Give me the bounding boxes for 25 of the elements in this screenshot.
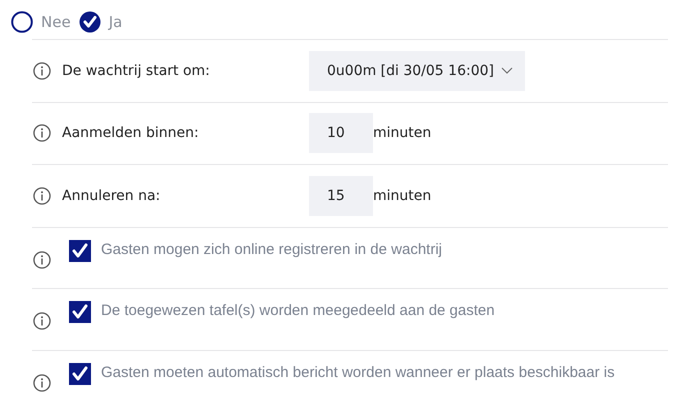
checkbox-label[interactable]: Gasten moeten automatisch bericht worden wanneer er plaats beschikbaar is <box>101 364 615 380</box>
checkbox-checked-icon[interactable] <box>69 301 91 323</box>
checkbox-checked-icon[interactable] <box>69 240 91 262</box>
radio-icon[interactable] <box>11 10 33 32</box>
info-icon[interactable] <box>33 62 51 80</box>
info-icon[interactable] <box>33 124 51 142</box>
field-label: De wachtrij start om: <box>62 62 211 79</box>
radio-checked-icon[interactable] <box>78 10 101 32</box>
checkbox-checked-icon[interactable] <box>69 362 91 384</box>
checkbox-label[interactable]: De toegewezen tafel(s) worden meegedeeld aan de gasten <box>101 302 495 319</box>
field-label: Aanmelden binnen: <box>62 125 200 142</box>
chevron-down-icon <box>501 67 513 74</box>
checkbox-label[interactable]: Gasten mogen zich online registreren in de wachtrij <box>101 240 442 258</box>
minutes-input[interactable]: 15 <box>309 176 373 216</box>
info-icon[interactable] <box>33 312 51 330</box>
info-icon[interactable] <box>33 374 51 392</box>
radio-label[interactable]: Nee <box>41 12 71 30</box>
time-dropdown[interactable]: 0u00m [di 30/05 16:00] <box>309 50 525 91</box>
info-icon[interactable] <box>33 250 51 268</box>
radio-label[interactable]: Ja <box>108 12 122 30</box>
field-label: Annuleren na: <box>62 188 162 204</box>
unit-label: minuten <box>373 188 432 204</box>
minutes-input[interactable]: 10 <box>309 113 373 154</box>
unit-label: minuten <box>373 125 432 142</box>
info-icon[interactable] <box>33 186 51 205</box>
